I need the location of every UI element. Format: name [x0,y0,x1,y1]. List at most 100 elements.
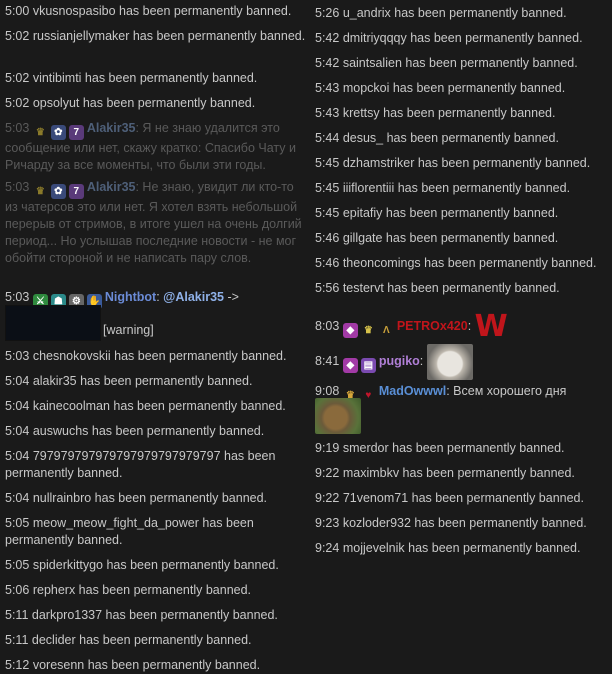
ban-message: 5:05 spiderkittygo has been permanently … [5,557,308,574]
message-text: testervt has been permanently banned. [342,281,560,295]
timestamp: 5:43 [315,106,340,120]
timestamp: 9:23 [315,516,340,530]
warning-label: [warning] [103,323,154,337]
timestamp: 9:24 [315,541,340,555]
timestamp: 5:45 [315,181,340,195]
message-text: 797979797979797979797979797 has been per… [5,449,276,480]
message-text: epitafiy has been permanently banned. [342,206,559,220]
timestamp: 5:45 [315,156,340,170]
rabbit-badge-icon: ✿ [50,184,66,199]
ban-message: 5:04 alakir35 has been permanently banne… [5,373,308,390]
message-text: voresenn has been permanently banned. [32,658,261,672]
message-text: u_andrix has been permanently banned. [342,6,567,20]
message-text: declider has been permanently banned. [31,633,252,647]
message-text: iiiflorentiii has been permanently banne… [342,181,571,195]
ban-message: 5:04 kainecoolman has been permanently b… [5,398,308,415]
timestamp: 5:12 [5,658,30,672]
ban-message: 5:56 testervt has been permanently banne… [315,280,610,297]
ban-message: 5:04 797979797979797979797979797 has bee… [5,448,308,482]
ban-message: 5:42 saintsalien has been permanently ba… [315,55,610,72]
message-text: mojjevelnik has been permanently banned. [342,541,581,555]
ban-message: 5:46 theoncomings has been permanently b… [315,255,610,272]
ban-message: 5:43 krettsy has been permanently banned… [315,105,610,122]
chat-message: 8:41 ◆ ▤ pugiko: [315,341,610,381]
ban-message: 5:06 repherx has been permanently banned… [5,582,308,599]
message-text: gillgate has been permanently banned. [342,231,559,245]
username[interactable]: Alakir35 [87,121,136,135]
ban-message: 5:43 mopckoi has been permanently banned… [315,80,610,97]
message-text: chesnokovskii has been permanently banne… [32,349,287,363]
ban-message: 5:04 auswuchs has been permanently banne… [5,423,308,440]
timestamp: 5:04 [5,399,30,413]
message-text: vkusnospasibo has been permanently banne… [32,4,292,18]
timestamp: 5:46 [315,231,340,245]
rabbit-emote [426,343,473,380]
ban-message: 9:22 maximbkv has been permanently banne… [315,465,610,482]
timestamp: 5:04 [5,449,30,463]
message-text: auswuchs has been permanently banned. [32,424,265,438]
gem-badge-icon: ◆ [342,323,358,338]
timestamp: 5:46 [315,256,340,270]
heart-badge-icon: ♥ [365,390,372,401]
lambda-badge-icon: Λ [382,325,390,336]
timestamp: 5:11 [5,633,29,647]
message-text: repherx has been permanently banned. [32,583,252,597]
book-badge-icon: ▤ [360,358,376,373]
ban-message: 5:12 voresenn has been permanently banne… [5,657,308,674]
timestamp: 8:41 [315,354,340,368]
timestamp: 5:56 [315,281,340,295]
timestamp: 5:44 [315,131,340,145]
timestamp: 8:03 [315,319,340,333]
ban-message: 5:42 dmitriyqqqy has been permanently ba… [315,30,610,47]
chat-log: 5:00 vkusnospasibo has been permanently … [0,0,612,674]
ban-message: 5:00 vkusnospasibo has been permanently … [5,3,308,20]
timestamp: 5:03 [5,290,30,304]
crown-badge-icon: ♛ [35,127,45,138]
message-text: kozloder932 has been permanently banned. [342,516,587,530]
gem-badge-icon: ◆ [342,358,358,373]
ban-message: 9:19 smerdor has been permanently banned… [315,440,610,457]
message-text: desus_ has been permanently banned. [342,131,559,145]
timestamp: 5:03 [5,180,30,194]
timestamp: 5:04 [5,424,30,438]
ban-message: 9:22 71venom71 has been permanently bann… [315,490,610,507]
timestamp: 9:19 [315,441,340,455]
timestamp: 5:03 [5,349,30,363]
ban-message: 5:26 u_andrix has been permanently banne… [315,5,610,22]
ban-message: 5:02 vintibimti has been permanently ban… [5,70,308,87]
chat-column-right: 5:26 u_andrix has been permanently banne… [310,0,612,674]
timestamp: 5:02 [5,29,30,43]
ban-message: 5:02 russianjellymaker has been permanen… [5,28,308,45]
username[interactable]: Nightbot [105,290,156,304]
message-text: : Я не знаю удалится это сообщение или н… [5,121,296,172]
message-text: krettsy has been permanently banned. [342,106,556,120]
message-text: dzhamstriker has been permanently banned… [342,156,591,170]
username[interactable]: pugiko [379,354,420,368]
message-text: : Всем хорошего дня [446,384,567,398]
timestamp: 5:04 [5,374,30,388]
timestamp: 5:11 [5,608,29,622]
timestamp: 5:00 [5,4,30,18]
message-text: vintibimti has been permanently banned. [32,71,258,85]
username[interactable]: Alakir35 [87,180,136,194]
ban-message: 5:45 iiiflorentiii has been permanently … [315,180,610,197]
timestamp: 9:22 [315,491,340,505]
timestamp: 9:08 [315,384,340,398]
message-text: dmitriyqqqy has been permanently banned. [342,31,583,45]
username[interactable]: MadOwwwl [379,384,446,398]
username[interactable]: PETROx420 [397,319,468,333]
message-text: smerdor has been permanently banned. [342,441,565,455]
crown-badge-icon: ♛ [363,325,373,336]
message-text: 71venom71 has been permanently banned. [342,491,584,505]
message-text: spiderkittygo has been permanently banne… [32,558,279,572]
ban-message: 5:45 epitafiy has been permanently banne… [315,205,610,222]
message-text: meow_meow_fight_da_power has been perman… [5,516,254,547]
ban-message: 5:45 dzhamstriker has been permanently b… [315,155,610,172]
deleted-message: 5:03 ♛ ✿ 7 Alakir35: Не знаю, увидит ли кто… [5,179,308,267]
timestamp: 5:45 [315,206,340,220]
ban-message: 5:44 desus_ has been permanently banned. [315,130,610,147]
ban-message: 9:24 mojjevelnik has been permanently ba… [315,540,610,557]
ban-message: 9:23 kozloder932 has been permanently ba… [315,515,610,532]
mention[interactable]: @Alakir35 [163,290,224,304]
message-text: mopckoi has been permanently banned. [342,81,566,95]
